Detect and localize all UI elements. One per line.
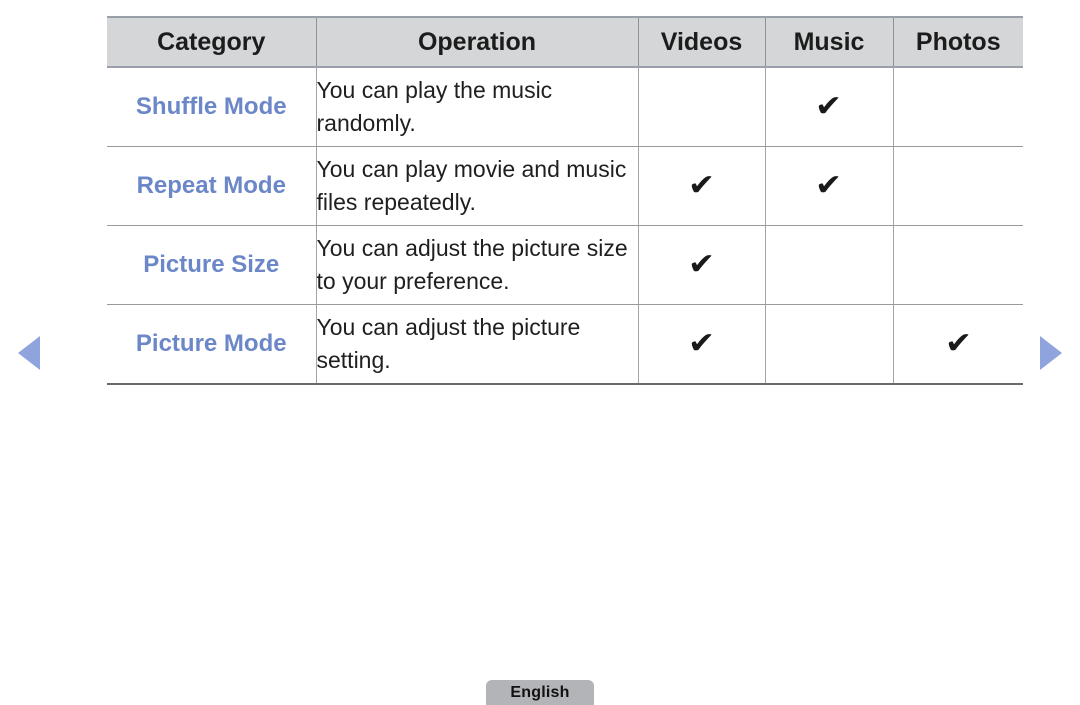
cell-music: ✔ <box>764 146 893 226</box>
language-button[interactable]: English <box>486 680 594 705</box>
cell-category: Picture Size <box>107 225 316 305</box>
column-header-music: Music <box>764 16 893 68</box>
cell-videos: ✔ <box>637 304 765 385</box>
cell-category: Picture Mode <box>107 304 316 385</box>
column-header-operation: Operation <box>315 16 638 68</box>
table-header: Category Operation Videos Music Photos <box>107 16 1023 68</box>
check-icon: ✔ <box>815 168 843 203</box>
check-icon: ✔ <box>815 89 843 124</box>
triangle-left-icon[interactable] <box>18 336 40 370</box>
cell-operation: You can adjust the picture size to your … <box>315 225 638 305</box>
media-function-table: Category Operation Videos Music Photos S… <box>107 16 1023 385</box>
cell-operation: You can adjust the picture setting. <box>315 304 638 385</box>
help-page: Category Operation Videos Music Photos S… <box>0 0 1080 705</box>
table-body: Shuffle Mode You can play the music rand… <box>107 67 1023 385</box>
cell-category: Repeat Mode <box>107 146 316 226</box>
table-row: Shuffle Mode You can play the music rand… <box>107 67 1023 147</box>
column-header-videos: Videos <box>637 16 765 68</box>
cell-music: ✔ <box>764 67 893 147</box>
check-icon: ✔ <box>687 168 716 203</box>
help-table-container: Category Operation Videos Music Photos S… <box>107 16 1023 385</box>
cell-music <box>764 225 893 305</box>
column-header-photos: Photos <box>892 16 1023 68</box>
cell-photos: ✔ <box>892 304 1023 385</box>
column-header-category: Category <box>107 16 316 68</box>
cell-videos: ✔ <box>637 225 765 305</box>
cell-music <box>764 304 893 385</box>
cell-photos <box>892 67 1023 147</box>
table-header-row: Category Operation Videos Music Photos <box>107 16 1023 68</box>
check-icon: ✔ <box>687 247 716 282</box>
cell-category: Shuffle Mode <box>107 67 316 147</box>
table-row: Picture Mode You can adjust the picture … <box>107 304 1023 385</box>
check-icon: ✔ <box>687 326 716 361</box>
cell-operation: You can play the music randomly. <box>315 67 638 147</box>
cell-videos: ✔ <box>637 146 765 226</box>
triangle-right-icon[interactable] <box>1040 336 1062 370</box>
table-row: Picture Size You can adjust the picture … <box>107 225 1023 305</box>
table-row: Repeat Mode You can play movie and music… <box>107 146 1023 226</box>
cell-videos <box>637 67 765 147</box>
cell-operation: You can play movie and music files repea… <box>315 146 638 226</box>
cell-photos <box>892 225 1023 305</box>
cell-photos <box>892 146 1023 226</box>
check-icon: ✔ <box>944 326 972 361</box>
